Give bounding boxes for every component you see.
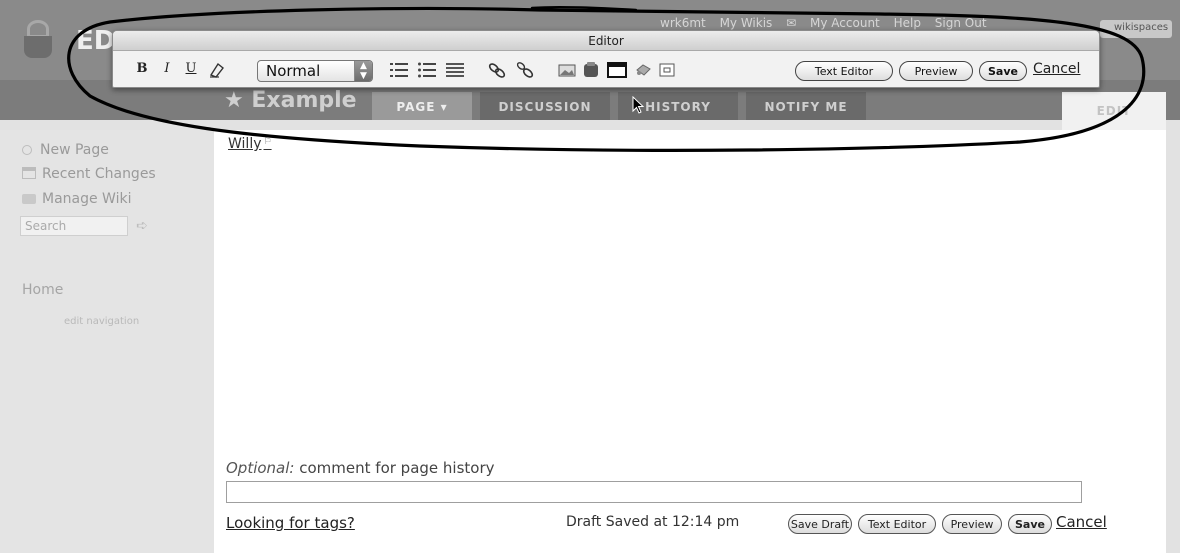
save-button[interactable]: Save [979, 61, 1027, 81]
comment-input[interactable] [226, 481, 1082, 503]
calendar-icon [22, 167, 36, 179]
horizontal-rule-icon[interactable] [445, 61, 465, 79]
bulleted-list-icon[interactable] [417, 61, 437, 79]
sidebar-item-label: New Page [40, 142, 109, 158]
clear-format-icon[interactable] [207, 61, 227, 79]
preview-button-bottom[interactable]: Preview [942, 514, 1002, 534]
paragraph-style-value: Normal [266, 62, 321, 80]
workspaces-button[interactable]: wikispaces [1100, 20, 1172, 38]
mail-icon[interactable]: ✉ [786, 16, 796, 30]
looking-for-tags-link[interactable]: Looking for tags? [226, 514, 355, 532]
site-title[interactable]: ED [76, 26, 115, 56]
cancel-link[interactable]: Cancel [1033, 61, 1080, 77]
comment-label: Optional: comment for page history [226, 459, 495, 477]
sidebar-item-new-page[interactable]: New Page [22, 142, 109, 158]
arrow-right-icon[interactable]: ➪ [136, 218, 148, 234]
file-icon[interactable] [581, 61, 601, 79]
image-icon[interactable] [557, 61, 577, 79]
editor-toolbar-window[interactable]: Editor B I U Normal ▲ ▼ Text Editor Prev… [112, 30, 1100, 88]
plugin-icon[interactable] [633, 61, 653, 79]
sidebar-item-recent-changes[interactable]: Recent Changes [22, 166, 156, 182]
tab-notify-me[interactable]: NOTIFY ME [746, 92, 866, 120]
new-page-icon [22, 145, 32, 155]
italic-button[interactable]: I [159, 57, 175, 81]
tab-edit[interactable]: EDIT [1062, 92, 1166, 130]
tab-page[interactable]: PAGE ▾ [372, 92, 472, 120]
cancel-link-bottom[interactable]: Cancel [1056, 513, 1107, 531]
link-marker-icon: ⚐ [263, 137, 272, 147]
sidebar-item-manage-wiki[interactable]: Manage Wiki [22, 191, 131, 207]
my-account-link[interactable]: My Account [810, 16, 880, 30]
save-button-bottom[interactable]: Save [1008, 514, 1052, 534]
draft-saved-status: Draft Saved at 12:14 pm [566, 514, 740, 530]
numbered-list-icon[interactable] [389, 61, 409, 79]
bold-button[interactable]: B [133, 57, 151, 81]
underline-button[interactable]: U [183, 57, 199, 81]
top-user-links: wrk6mt My Wikis ✉ My Account Help Sign O… [660, 16, 997, 30]
save-draft-button[interactable]: Save Draft [788, 514, 852, 534]
sidebar-item-home[interactable]: Home [22, 282, 63, 298]
logo-pot [24, 36, 52, 58]
select-arrows-icon: ▲ ▼ [354, 61, 372, 81]
mouse-cursor-icon [632, 95, 646, 114]
site-logo-icon[interactable] [18, 14, 58, 60]
screenshot-stage: ED wrk6mt My Wikis ✉ My Account Help Sig… [0, 0, 1180, 553]
manage-icon [22, 194, 36, 204]
help-link[interactable]: Help [894, 16, 921, 30]
widget-icon[interactable] [607, 61, 627, 79]
edit-navigation-link[interactable]: edit navigation [64, 316, 139, 327]
page-title: ★ Example [224, 88, 357, 113]
user-link[interactable]: wrk6mt [660, 16, 706, 30]
my-wikis-link[interactable]: My Wikis [720, 16, 773, 30]
table-icon[interactable] [657, 61, 677, 79]
external-link-icon[interactable] [515, 61, 535, 79]
editor-title-bar[interactable]: Editor [113, 31, 1099, 51]
comment-label-prefix: Optional: [226, 459, 295, 477]
tab-discussion[interactable]: DISCUSSION [480, 92, 610, 120]
sidebar-item-label: Manage Wiki [42, 191, 132, 207]
sidebar-search-input[interactable]: Search [20, 216, 128, 236]
text-editor-button-bottom[interactable]: Text Editor [858, 514, 936, 534]
comment-label-text: comment for page history [294, 459, 495, 477]
paragraph-style-select[interactable]: Normal ▲ ▼ [257, 60, 373, 82]
page-body-link-text: Willy [228, 136, 262, 152]
link-icon[interactable] [487, 61, 507, 79]
sidebar-item-label: Recent Changes [42, 166, 156, 182]
page-body-link[interactable]: Willy ⚐ [228, 136, 272, 152]
text-editor-button[interactable]: Text Editor [795, 61, 893, 81]
sign-out-link[interactable]: Sign Out [935, 16, 987, 30]
preview-button[interactable]: Preview [899, 61, 973, 81]
